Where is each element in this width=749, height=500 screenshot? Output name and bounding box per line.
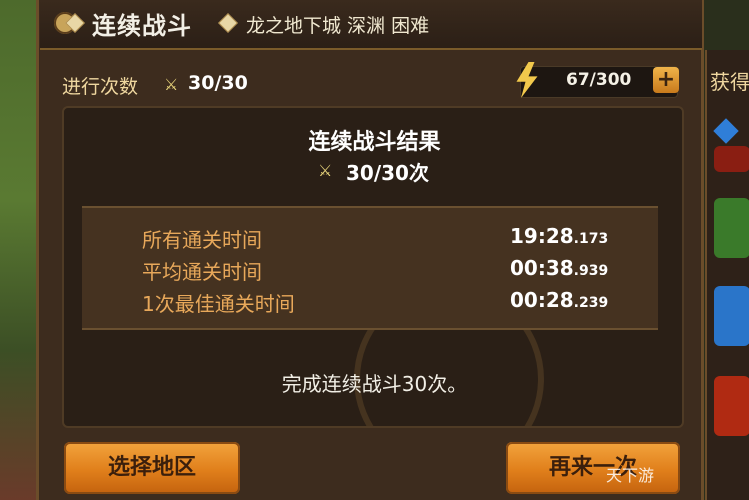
crossed-swords-icon: ⚔: [164, 75, 179, 94]
best-time-label: 1次最佳通关时间: [142, 292, 295, 316]
watermark-logo: 天下游: [606, 466, 655, 485]
select-area-button[interactable]: 选择地区: [64, 442, 240, 494]
total-time-main: 19:28: [510, 224, 574, 248]
reward-item[interactable]: [714, 146, 749, 172]
header-bar: 连续战斗 龙之地下城 深渊 困难: [40, 0, 702, 50]
total-time-label: 所有通关时间: [142, 228, 262, 252]
add-energy-button[interactable]: +: [653, 67, 679, 93]
results-count: 30/30次: [346, 161, 429, 185]
reward-item[interactable]: [714, 376, 749, 436]
crossed-swords-icon: ⚔: [318, 161, 333, 180]
runs-label: 进行次数: [62, 76, 139, 98]
average-time-ms: .939: [573, 263, 609, 279]
energy-value: 67/300: [566, 70, 632, 90]
average-time-value: 00:38.939: [510, 256, 608, 280]
rewards-title: 获得: [710, 70, 749, 94]
total-time-ms: .173: [573, 231, 609, 247]
diamond-icon: [218, 13, 238, 33]
background-scene: [0, 0, 40, 500]
reward-item[interactable]: [714, 286, 749, 346]
completion-message: 完成连续战斗30次。: [281, 372, 468, 396]
average-time-label: 平均通关时间: [142, 260, 262, 284]
best-time-value: 00:28.239: [510, 288, 608, 312]
reward-item[interactable]: [714, 198, 749, 258]
total-time-value: 19:28.173: [510, 224, 608, 248]
best-time-ms: .239: [573, 295, 609, 311]
runs-value: 30/30: [188, 72, 248, 94]
results-title: 连续战斗结果: [308, 130, 441, 155]
page-title: 连续战斗: [92, 12, 192, 40]
average-time-main: 00:38: [510, 256, 574, 280]
dungeon-name: 龙之地下城 深渊 困难: [246, 15, 430, 37]
best-time-main: 00:28: [510, 288, 574, 312]
